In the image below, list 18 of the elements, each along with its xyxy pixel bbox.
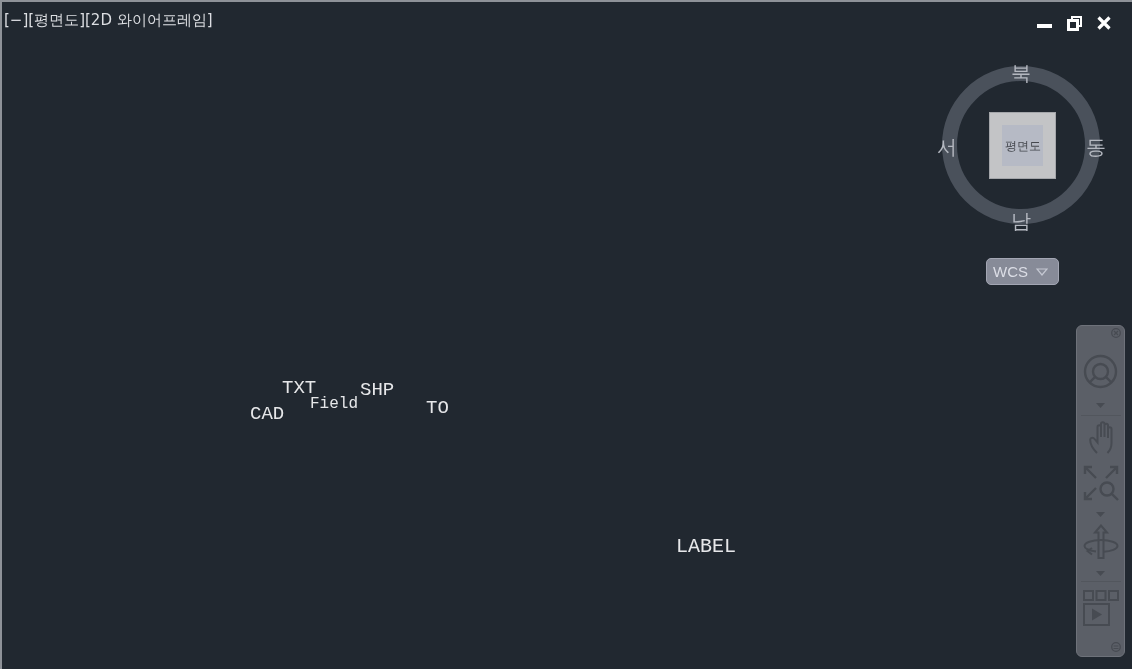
drawing-text: TXT (282, 379, 317, 398)
drawing-text: SHP (360, 381, 395, 400)
drawing-text: TO (426, 399, 449, 418)
drawing-text: Field (310, 396, 358, 412)
viewcube-face[interactable]: 평면도 (989, 112, 1056, 179)
minimize-icon[interactable] (1037, 24, 1052, 28)
restore-icon[interactable] (1067, 16, 1082, 31)
ucs-menu-button[interactable]: WCS (986, 258, 1059, 285)
compass-label[interactable]: 동 (1081, 135, 1111, 159)
compass-label[interactable]: 서 (932, 135, 962, 159)
compass-label[interactable]: 남 (1006, 209, 1036, 233)
view-menu[interactable]: [평면도] (28, 10, 85, 30)
drawing-text: CAD (250, 405, 285, 424)
visual-style-menu[interactable]: [2D 와이어프레임] (85, 10, 213, 30)
caret-icon (1036, 267, 1048, 276)
drawing-text: LABEL (676, 537, 736, 557)
compass-label[interactable]: 북 (1006, 61, 1036, 85)
viewport-controls-menu[interactable]: [−] (4, 10, 29, 30)
